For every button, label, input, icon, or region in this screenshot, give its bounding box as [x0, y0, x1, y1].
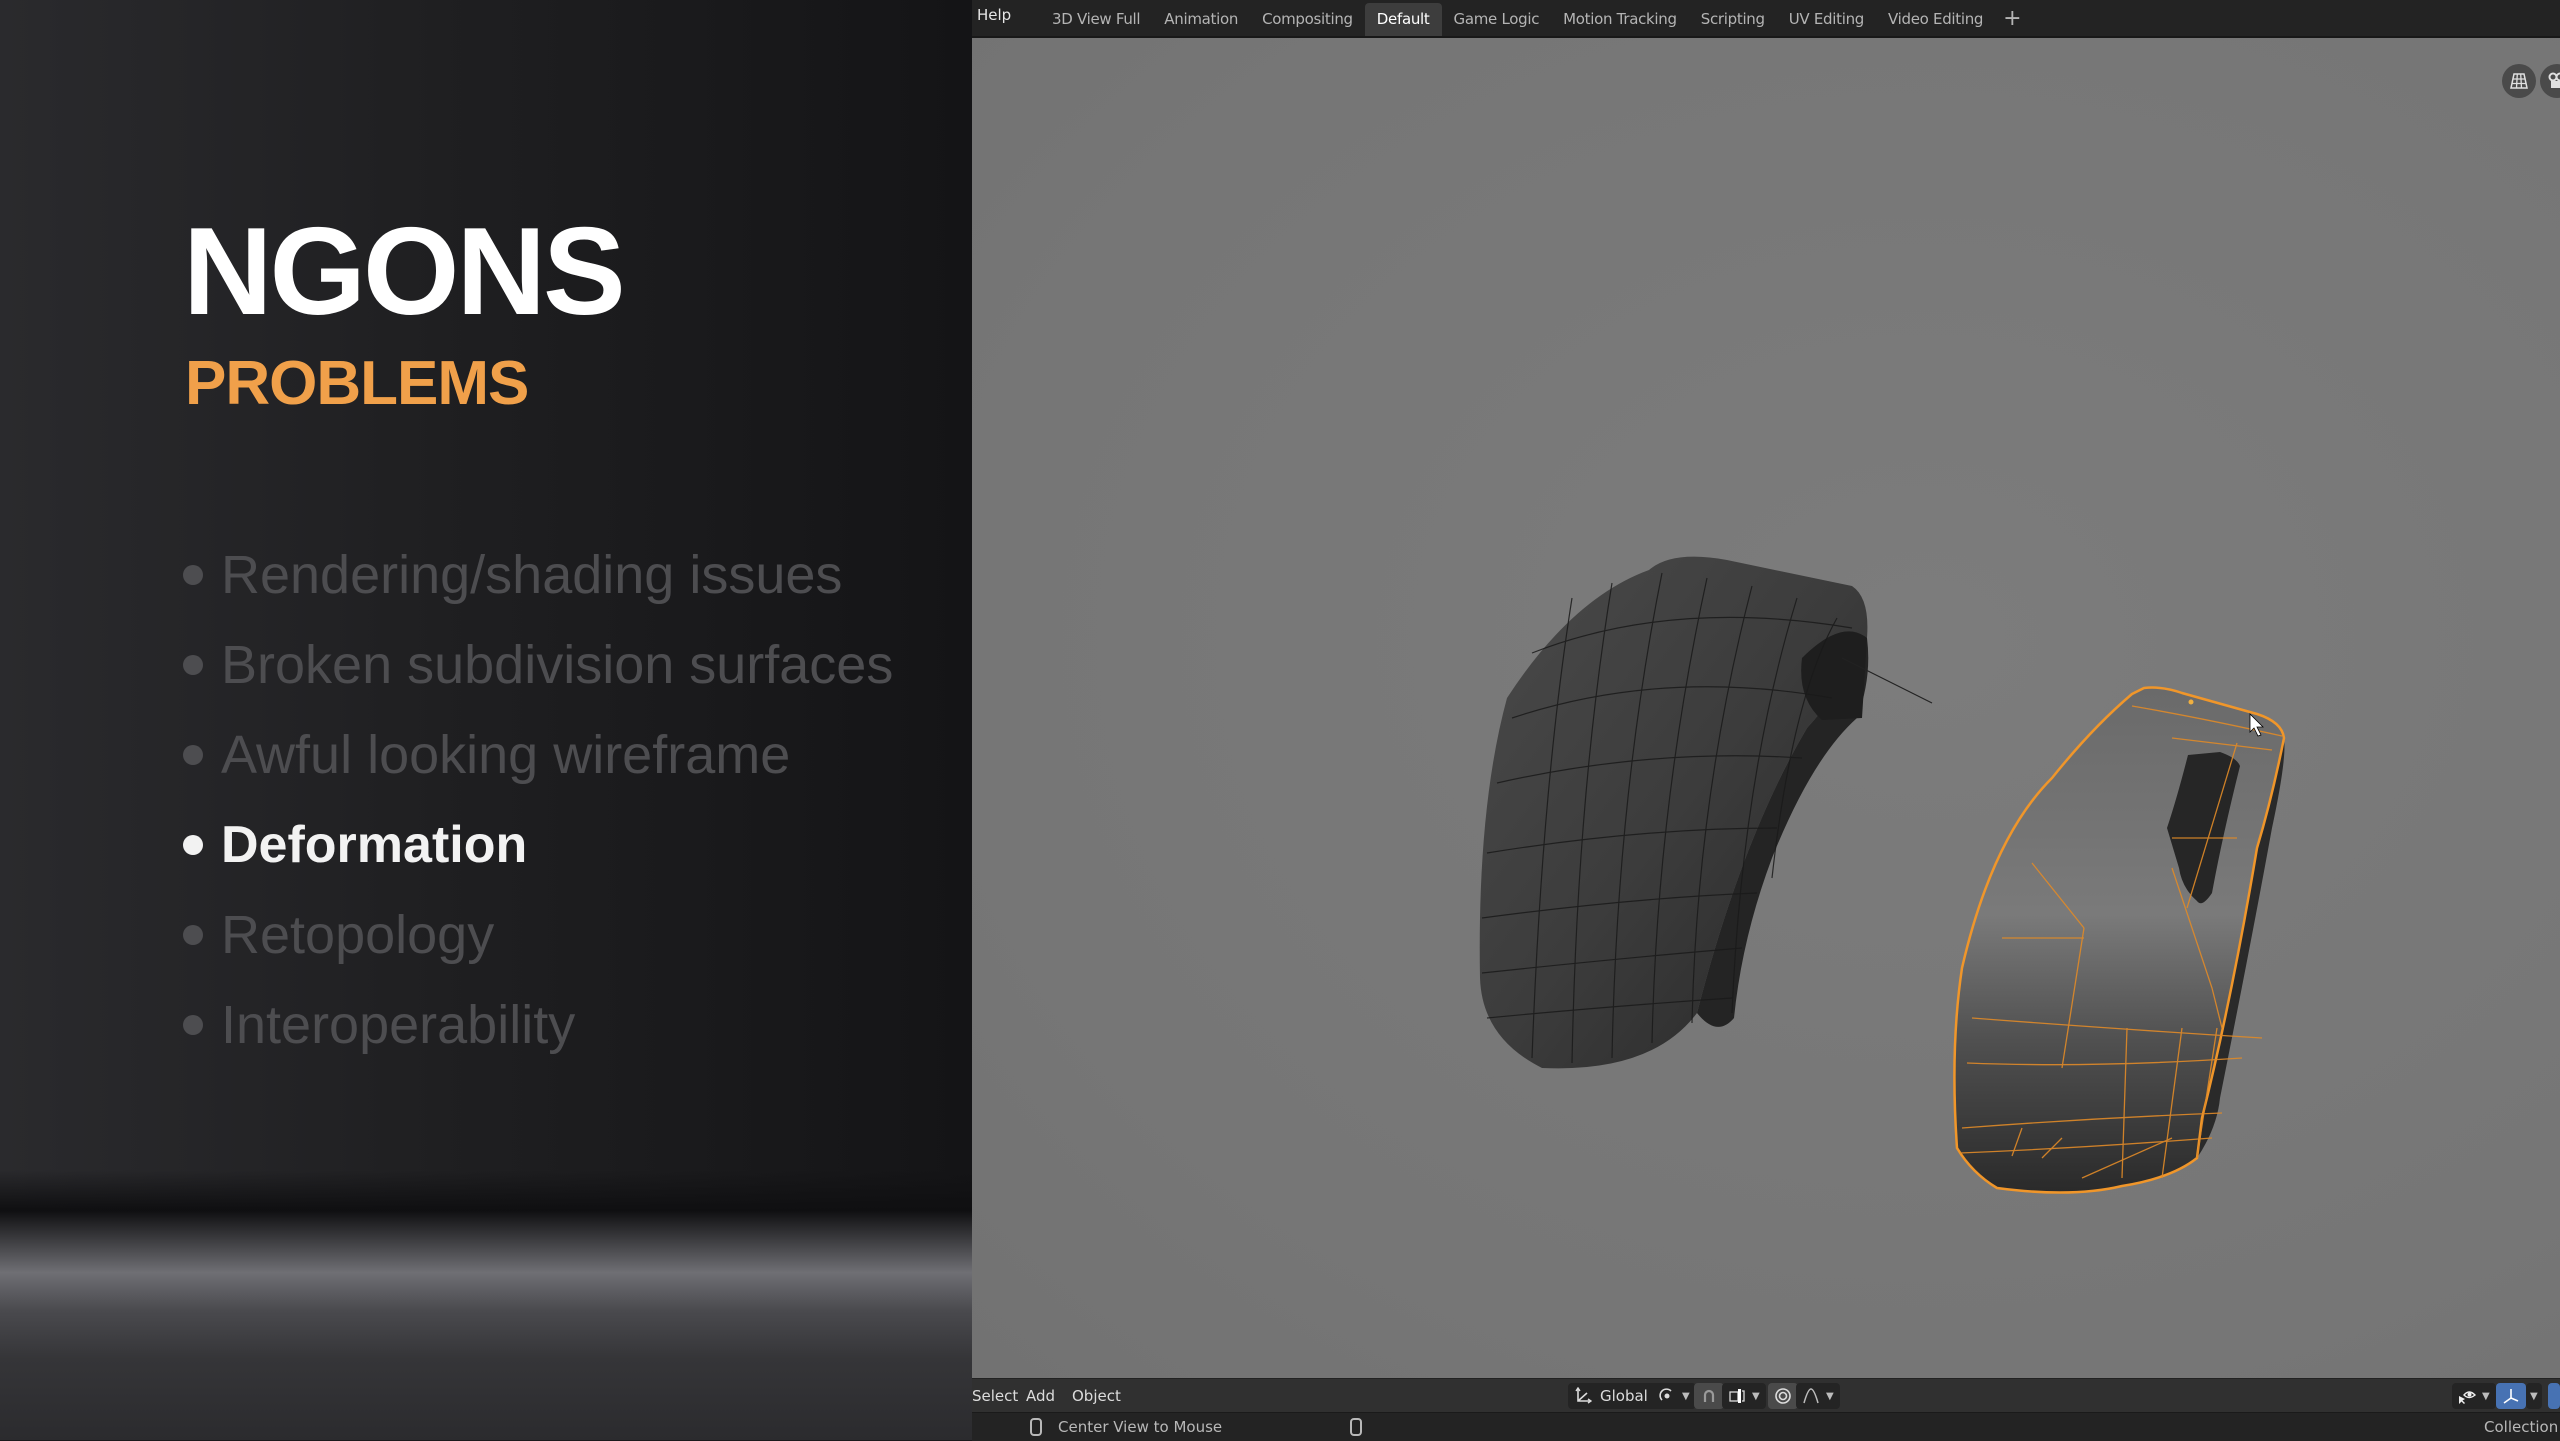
status-collection: Collection 1 [2484, 1418, 2560, 1436]
top-bar: Help 3D View Full Animation Compositing … [972, 0, 2560, 38]
bullet-dot-icon [183, 565, 203, 585]
snap-target-dropdown[interactable]: ▼ [1722, 1383, 1766, 1409]
orientation-value: Global [1600, 1387, 1648, 1405]
floor-glow [0, 1170, 972, 1440]
bullet-dot-icon [183, 655, 203, 675]
tab-3d-view-full[interactable]: 3D View Full [1040, 3, 1152, 36]
visibility-icon [2458, 1387, 2476, 1405]
mouse-middle-icon [1030, 1418, 1042, 1436]
ngon-mesh-object-selected[interactable] [1954, 688, 2284, 1193]
bullet-label: Broken subdivision surfaces [221, 634, 893, 696]
slide-subtitle: PROBLEMS [185, 353, 528, 415]
mouse-right-icon [1350, 1418, 1362, 1436]
chevron-down-icon: ▼ [2530, 1391, 2538, 1402]
falloff-icon [1802, 1387, 1820, 1405]
tab-motion-tracking[interactable]: Motion Tracking [1551, 3, 1689, 36]
pivot-point-dropdown[interactable]: ▼ [1652, 1383, 1696, 1409]
scene-render [972, 38, 2560, 1378]
pivot-point-icon [1658, 1387, 1676, 1405]
overlay-toggle[interactable] [2548, 1383, 2560, 1409]
snap-icon [1700, 1387, 1718, 1405]
gizmo-dropdown[interactable]: ▼ [2526, 1383, 2542, 1409]
chevron-down-icon: ▼ [1826, 1391, 1834, 1402]
bullet-dot-icon [183, 1015, 203, 1035]
tab-animation[interactable]: Animation [1152, 3, 1250, 36]
object-menu[interactable]: Object [1072, 1379, 1121, 1413]
chevron-down-icon: ▼ [2482, 1391, 2490, 1402]
tab-game-logic[interactable]: Game Logic [1442, 3, 1552, 36]
bullet-dot-icon [183, 925, 203, 945]
tab-video-editing[interactable]: Video Editing [1876, 3, 1995, 36]
tab-compositing[interactable]: Compositing [1250, 3, 1365, 36]
bullet-label: Rendering/shading issues [221, 544, 842, 606]
bullet-label: Deformation [221, 815, 527, 875]
falloff-dropdown[interactable]: ▼ [1796, 1383, 1840, 1409]
gizmo-icon [2502, 1387, 2520, 1405]
bullet-dot-icon [183, 835, 203, 855]
status-bar: Center View to Mouse Collection 1 [972, 1412, 2560, 1441]
proportional-editing-icon [1774, 1387, 1792, 1405]
slide-title: NGONS [183, 210, 623, 334]
chevron-down-icon: ▼ [1752, 1391, 1760, 1402]
viewport-header: Select Add Object Global ▼ ▼ [972, 1378, 2560, 1413]
bullet-item: Interoperability [183, 980, 893, 1070]
quad-mesh-object[interactable] [1480, 557, 1869, 1069]
bullet-item: Rendering/shading issues [183, 530, 893, 620]
workspace-tabs: 3D View Full Animation Compositing Defau… [1040, 3, 2030, 36]
tab-uv-editing[interactable]: UV Editing [1777, 3, 1876, 36]
tab-scripting[interactable]: Scripting [1689, 3, 1777, 36]
status-hint: Center View to Mouse [1058, 1418, 1222, 1436]
proportional-editing-toggle[interactable] [1768, 1383, 1798, 1409]
slide-panel: NGONS PROBLEMS Rendering/shading issues … [0, 0, 972, 1440]
transform-orientation-icon [1574, 1387, 1592, 1405]
bullet-label: Awful looking wireframe [221, 724, 790, 786]
bullet-item: Retopology [183, 890, 893, 980]
object-visibility-dropdown[interactable]: ▼ [2452, 1383, 2496, 1409]
help-menu[interactable]: Help [977, 6, 1011, 24]
bullet-item: Broken subdivision surfaces [183, 620, 893, 710]
snap-toggle[interactable] [1694, 1383, 1724, 1409]
blender-window: Help 3D View Full Animation Compositing … [972, 0, 2560, 1440]
chevron-down-icon: ▼ [1682, 1391, 1690, 1402]
gizmo-toggle[interactable] [2496, 1383, 2526, 1409]
bullet-label: Retopology [221, 904, 494, 966]
origin-point [2189, 700, 2194, 705]
bullet-label: Interoperability [221, 994, 575, 1056]
3d-viewport[interactable] [972, 38, 2560, 1378]
bullet-item: Awful looking wireframe [183, 710, 893, 800]
add-menu[interactable]: Add [1026, 1379, 1055, 1413]
bullet-dot-icon [183, 745, 203, 765]
add-workspace-button[interactable]: + [1995, 3, 2029, 36]
tab-default[interactable]: Default [1365, 3, 1442, 36]
bullet-item-active: Deformation [183, 800, 893, 890]
bullet-list: Rendering/shading issues Broken subdivis… [183, 530, 893, 1070]
snap-target-icon [1728, 1387, 1746, 1405]
select-menu[interactable]: Select [972, 1379, 1018, 1413]
